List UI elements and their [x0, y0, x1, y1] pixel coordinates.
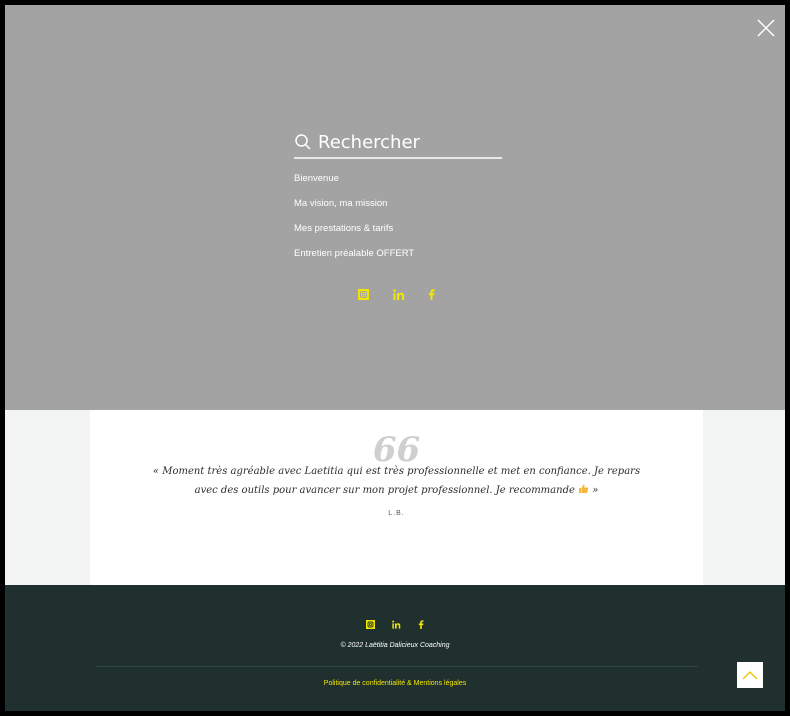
testimonial-card: 66 « Moment très agréable avec Laetitia … [90, 410, 703, 585]
privacy-policy-link[interactable]: Politique de confidentialité & Mentions … [5, 680, 785, 687]
search-input[interactable]: Rechercher [294, 127, 502, 159]
thumbs-up-icon [578, 482, 589, 493]
copyright-text: © 2022 Laëtitia Dalicieux Coaching [340, 642, 450, 649]
search-icon [294, 133, 312, 151]
footer-social-links [366, 618, 444, 630]
testimonial-text: « Moment très agréable avec Laetitia qui… [145, 462, 648, 500]
instagram-icon[interactable] [366, 618, 392, 630]
linkedin-icon[interactable] [392, 618, 418, 630]
footer-divider [95, 666, 698, 667]
menu-item-prestations[interactable]: Mes prestations & tarifs [294, 222, 414, 247]
testimonial-closing-quote: » [592, 485, 599, 496]
chevron-up-icon [742, 671, 758, 680]
instagram-icon[interactable] [358, 287, 393, 301]
back-to-top-button[interactable] [737, 662, 763, 688]
page: Rechercher Bienvenue Ma vision, ma missi… [5, 5, 785, 711]
menu-item-vision[interactable]: Ma vision, ma mission [294, 197, 414, 222]
testimonial-body: « Moment très agréable avec Laetitia qui… [152, 466, 641, 496]
footer: © 2022 Laëtitia Dalicieux Coaching Polit… [5, 585, 785, 711]
close-icon[interactable] [755, 17, 777, 39]
testimonial-author: L.B. [388, 510, 405, 517]
linkedin-icon[interactable] [393, 287, 428, 301]
overlay-social-links [358, 287, 463, 301]
facebook-icon[interactable] [428, 287, 463, 301]
menu-item-bienvenue[interactable]: Bienvenue [294, 172, 414, 197]
facebook-icon[interactable] [418, 618, 444, 630]
overlay-menu: Bienvenue Ma vision, ma mission Mes pres… [294, 172, 414, 272]
search-placeholder: Rechercher [318, 131, 420, 153]
search-overlay: Rechercher Bienvenue Ma vision, ma missi… [5, 5, 785, 410]
menu-item-entretien[interactable]: Entretien préalable OFFERT [294, 247, 414, 272]
